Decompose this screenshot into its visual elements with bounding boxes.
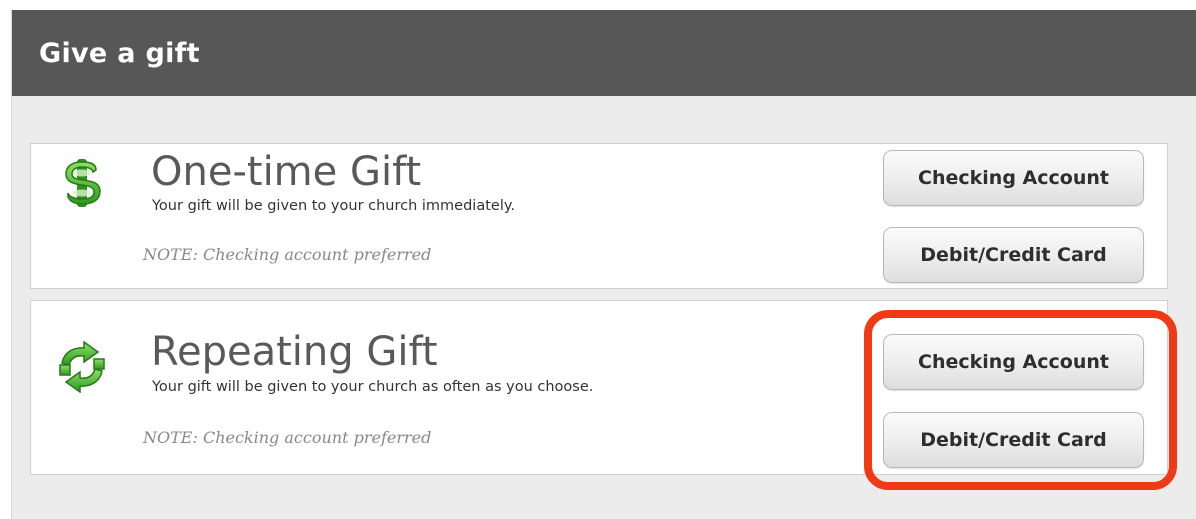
option-description: Your gift will be given to your church i… [152, 198, 515, 214]
refresh-arrows-icon [56, 340, 108, 394]
option-note: NOTE: Checking account preferred [143, 428, 432, 447]
one-time-checking-account-button[interactable]: Checking Account [883, 150, 1144, 206]
option-note: NOTE: Checking account preferred [143, 245, 432, 264]
dollar-sign-icon [56, 157, 108, 209]
option-title: One-time Gift [151, 149, 422, 195]
option-title: Repeating Gift [151, 329, 438, 375]
page-title: Give a gift [39, 37, 200, 69]
one-time-debit-credit-card-button[interactable]: Debit/Credit Card [883, 227, 1144, 283]
one-time-gift-card: One-time Gift Your gift will be given to… [30, 143, 1168, 289]
option-description: Your gift will be given to your church a… [152, 379, 594, 395]
panel-header: Give a gift [12, 10, 1196, 96]
repeating-gift-card: Repeating Gift Your gift will be given t… [30, 300, 1168, 475]
repeating-checking-account-button[interactable]: Checking Account [883, 334, 1144, 390]
repeating-debit-credit-card-button[interactable]: Debit/Credit Card [883, 412, 1144, 468]
